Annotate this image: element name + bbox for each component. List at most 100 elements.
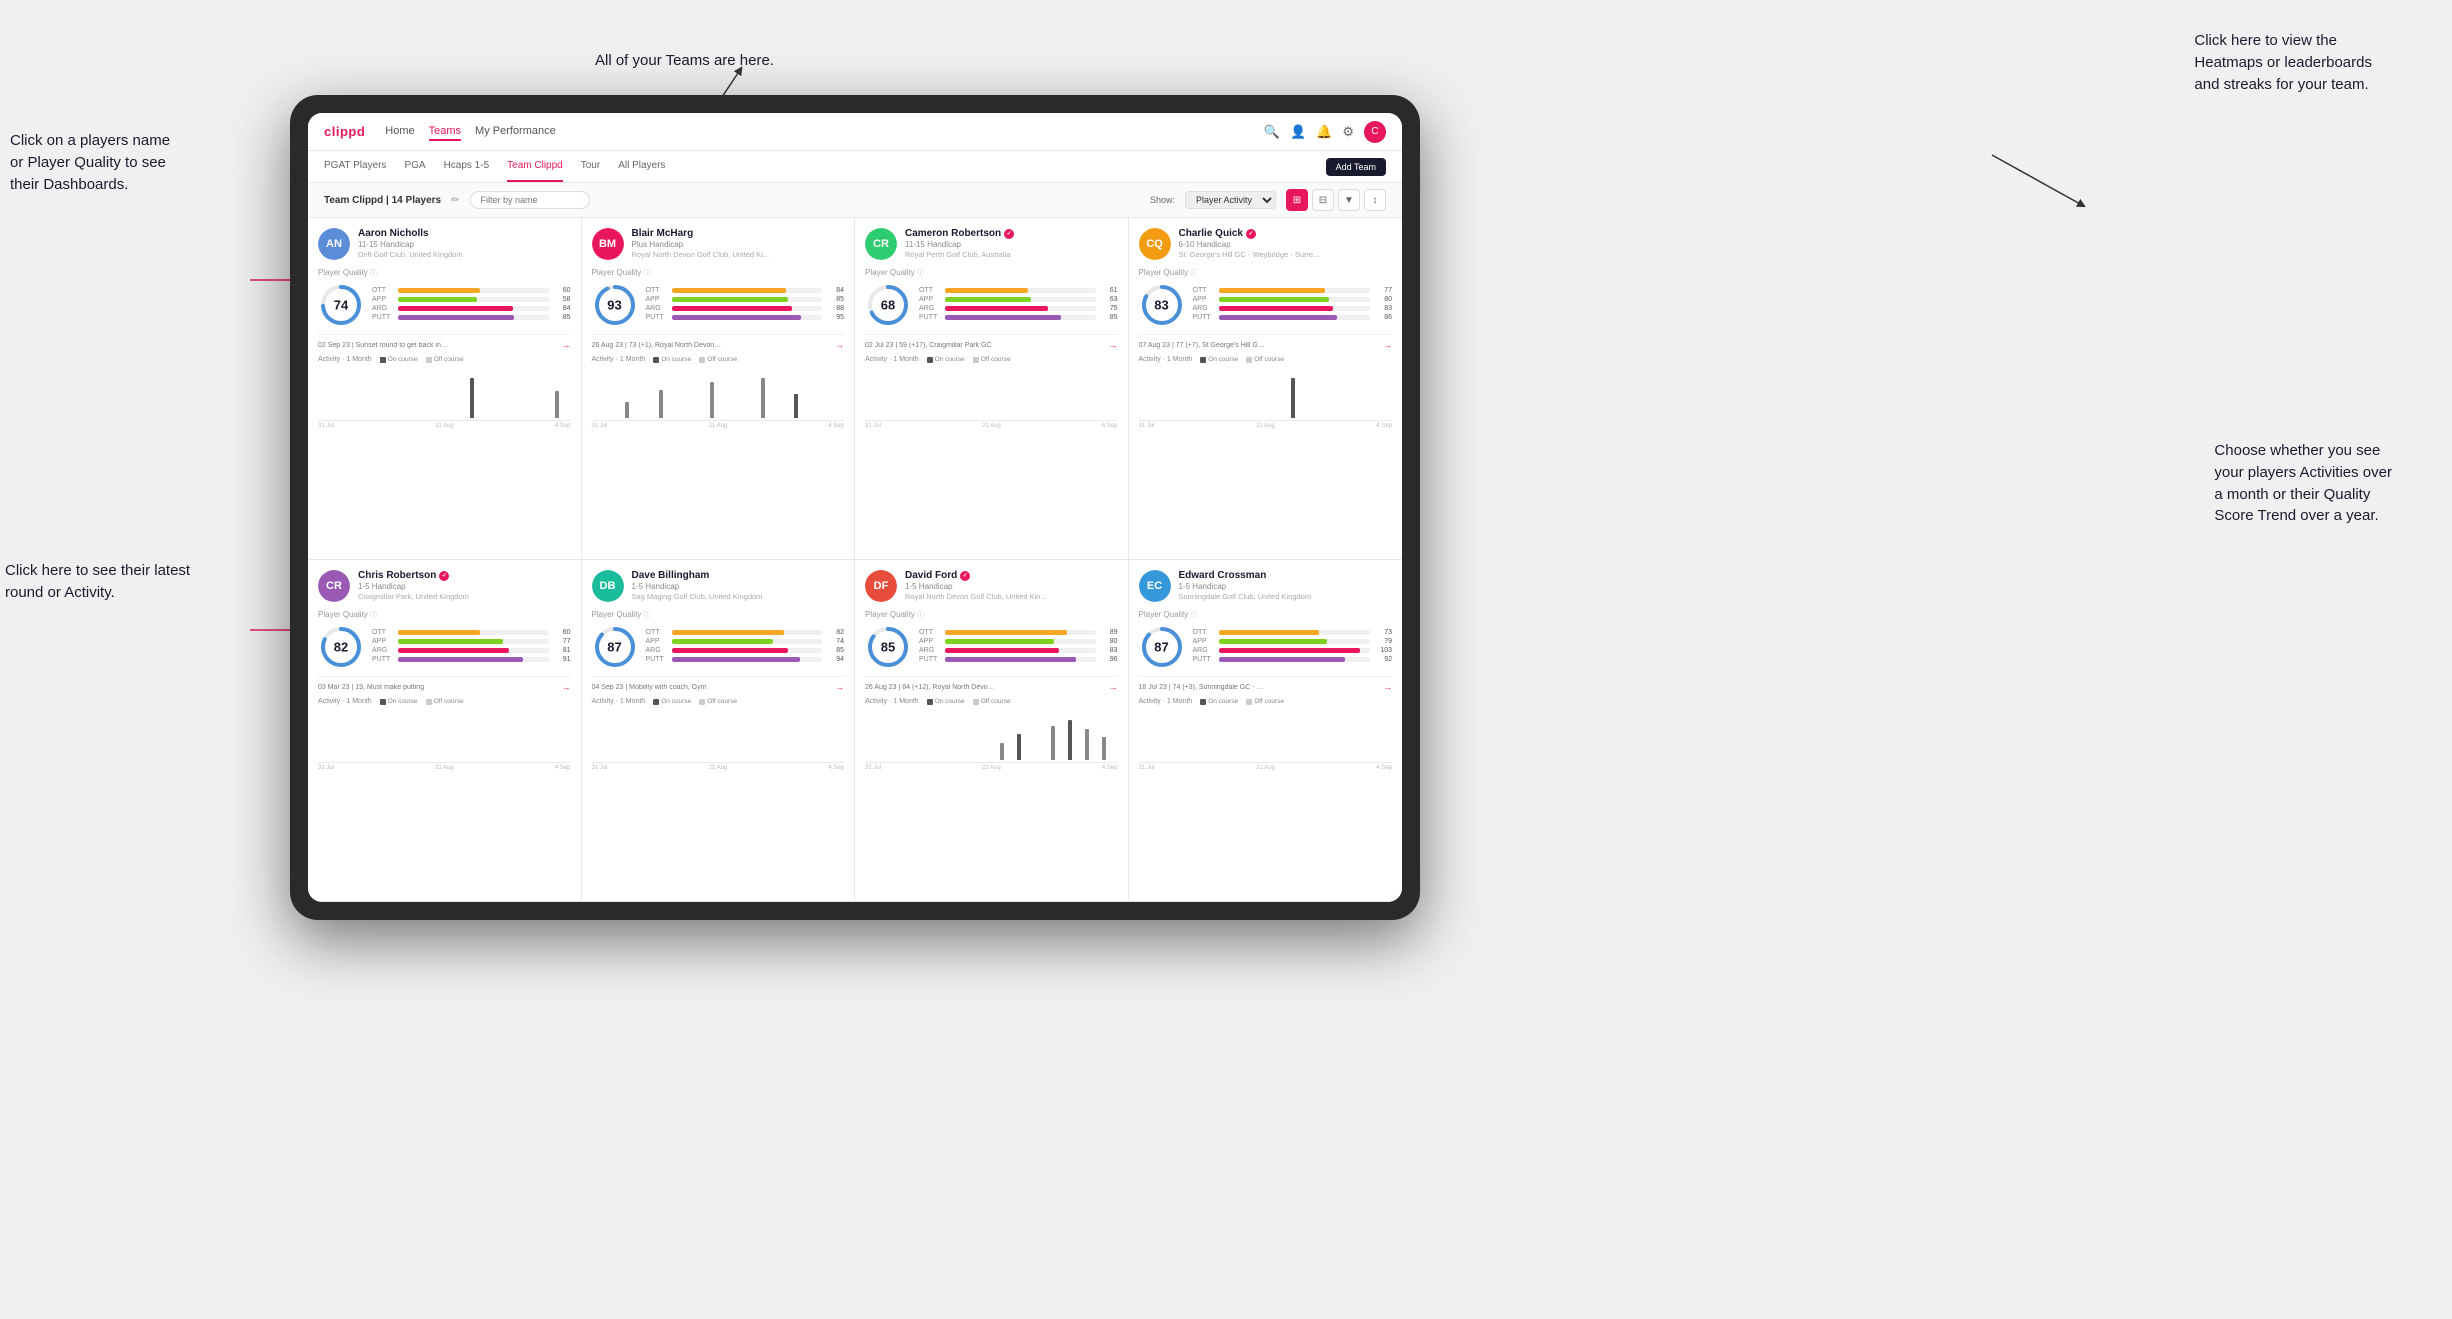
activity-header: Activity · 1 Month On course Off course <box>318 698 571 705</box>
on-course-label: On course <box>935 698 965 705</box>
sub-nav-tour[interactable]: Tour <box>581 151 600 182</box>
verified-badge: ✓ <box>439 571 449 581</box>
stat-label: PUTT <box>1193 656 1215 663</box>
nav-teams[interactable]: Teams <box>429 123 461 141</box>
search-icon[interactable]: 🔍 <box>1264 124 1280 140</box>
activity-legend: On course Off course <box>380 698 464 705</box>
stat-label: ARG <box>646 647 668 654</box>
quality-label: Player Quality ⓘ <box>865 268 1118 278</box>
latest-round[interactable]: 03 Mar 23 | 19, Must make putting → <box>318 676 571 692</box>
player-name[interactable]: Chris Robertson ✓ <box>358 570 571 581</box>
off-course-dot <box>699 699 705 705</box>
player-name[interactable]: David Ford ✓ <box>905 570 1118 581</box>
nav-home[interactable]: Home <box>385 123 414 141</box>
annotation-top-right: Click here to view theHeatmaps or leader… <box>2194 30 2372 95</box>
grid-view-button[interactable]: ⊞ <box>1286 189 1308 211</box>
sub-nav-pga[interactable]: PGA <box>404 151 425 182</box>
player-avatar[interactable]: AN <box>318 228 350 260</box>
latest-round[interactable]: 04 Sep 23 | Mobility with coach, Gym → <box>592 676 845 692</box>
stat-row: APP 77 <box>372 638 571 645</box>
player-avatar[interactable]: DB <box>592 570 624 602</box>
on-course-label: On course <box>661 698 691 705</box>
player-header: CR Chris Robertson ✓ 1-5 Handicap Craigm… <box>318 570 571 602</box>
show-select[interactable]: Player Activity <box>1185 191 1276 209</box>
list-view-button[interactable]: ⊟ <box>1312 189 1334 211</box>
stat-bar <box>398 630 480 635</box>
nav-my-performance[interactable]: My Performance <box>475 123 556 141</box>
edit-icon[interactable]: ✏ <box>451 195 459 206</box>
player-avatar[interactable]: DF <box>865 570 897 602</box>
donut-chart[interactable]: 74 <box>318 282 364 328</box>
settings-icon[interactable]: ⚙ <box>1342 124 1354 140</box>
latest-round[interactable]: 18 Jul 23 | 74 (+3), Sunningdale GC - Ol… <box>1139 676 1393 692</box>
activity-section: Activity · 1 Month On course Off course <box>865 356 1118 429</box>
mini-chart <box>865 708 1118 763</box>
latest-round[interactable]: 26 Aug 23 | 84 (+12), Royal North Devon … <box>865 676 1118 692</box>
filter-input[interactable] <box>470 191 590 209</box>
avatar[interactable]: C <box>1364 121 1386 143</box>
stat-label: APP <box>919 296 941 303</box>
on-course-legend: On course <box>1200 698 1238 705</box>
chart-label: 4 Sep <box>555 765 571 771</box>
player-name[interactable]: Charlie Quick ✓ <box>1179 228 1393 239</box>
sort-button[interactable]: ↕ <box>1364 189 1386 211</box>
sub-nav-pgat[interactable]: PGAT Players <box>324 151 386 182</box>
chart-label: 21 Aug <box>709 423 728 429</box>
player-name[interactable]: Cameron Robertson ✓ <box>905 228 1118 239</box>
off-course-dot <box>973 699 979 705</box>
stat-bar-bg <box>1219 297 1371 302</box>
player-avatar[interactable]: CR <box>865 228 897 260</box>
quality-section: 74 OTT 60 APP <box>318 282 571 328</box>
player-name[interactable]: Aaron Nicholls <box>358 228 571 239</box>
quality-label: Player Quality ⓘ <box>318 610 571 620</box>
add-team-button[interactable]: Add Team <box>1326 158 1386 176</box>
sub-nav-team-clippd[interactable]: Team Clippd <box>507 151 563 182</box>
stat-value: 77 <box>553 638 571 645</box>
activity-section: Activity · 1 Month On course Off course <box>318 356 571 429</box>
player-avatar[interactable]: CQ <box>1139 228 1171 260</box>
player-info: Cameron Robertson ✓ 11-15 Handicap Royal… <box>905 228 1118 259</box>
player-avatar[interactable]: EC <box>1139 570 1171 602</box>
activity-header: Activity · 1 Month On course Off course <box>1139 356 1393 363</box>
stat-row: APP 80 <box>1193 296 1393 303</box>
chart-label: 4 Sep <box>828 423 844 429</box>
player-name[interactable]: Dave Billingham <box>632 570 845 581</box>
on-course-dot <box>1200 357 1206 363</box>
player-avatar[interactable]: CR <box>318 570 350 602</box>
stat-row: OTT 60 <box>372 287 571 294</box>
donut-chart[interactable]: 93 <box>592 282 638 328</box>
on-course-label: On course <box>935 356 965 363</box>
donut-chart[interactable]: 82 <box>318 624 364 670</box>
stat-bar-bg <box>945 315 1096 320</box>
stat-value: 85 <box>826 647 844 654</box>
latest-round-text: 07 Aug 23 | 77 (+7), St George's Hill GC… <box>1139 342 1269 349</box>
sub-nav-all-players[interactable]: All Players <box>618 151 665 182</box>
donut-chart[interactable]: 85 <box>865 624 911 670</box>
chart-label: 31 Jul <box>592 423 608 429</box>
chart-label: 21 Aug <box>1256 423 1275 429</box>
latest-round[interactable]: 02 Sep 23 | Sunset round to get back int… <box>318 334 571 350</box>
on-course-legend: On course <box>380 698 418 705</box>
player-name[interactable]: Blair McHarg <box>632 228 845 239</box>
player-name[interactable]: Edward Crossman <box>1179 570 1393 581</box>
chart-label: 21 Aug <box>982 765 1001 771</box>
stat-bar-bg <box>1219 639 1371 644</box>
mini-chart <box>592 366 845 421</box>
player-header: AN Aaron Nicholls 11-15 Handicap Drift G… <box>318 228 571 260</box>
player-avatar[interactable]: BM <box>592 228 624 260</box>
latest-round[interactable]: 07 Aug 23 | 77 (+7), St George's Hill GC… <box>1139 334 1393 350</box>
donut-chart[interactable]: 87 <box>1139 624 1185 670</box>
stat-label: APP <box>372 638 394 645</box>
donut-chart[interactable]: 68 <box>865 282 911 328</box>
activity-title: Activity · 1 Month <box>592 356 646 363</box>
stats-container: OTT 77 APP 80 <box>1193 287 1393 323</box>
sub-nav-hcaps[interactable]: Hcaps 1-5 <box>444 151 490 182</box>
player-card: DF David Ford ✓ 1-5 Handicap Royal North… <box>855 560 1129 902</box>
latest-round[interactable]: 26 Aug 23 | 73 (+1), Royal North Devon G… <box>592 334 845 350</box>
latest-round[interactable]: 02 Jul 23 | 59 (+17), Craigmillar Park G… <box>865 334 1118 350</box>
filter-button[interactable]: ▼ <box>1338 189 1360 211</box>
donut-chart[interactable]: 83 <box>1139 282 1185 328</box>
bell-icon[interactable]: 🔔 <box>1316 124 1332 140</box>
user-icon[interactable]: 👤 <box>1290 124 1306 140</box>
donut-chart[interactable]: 87 <box>592 624 638 670</box>
